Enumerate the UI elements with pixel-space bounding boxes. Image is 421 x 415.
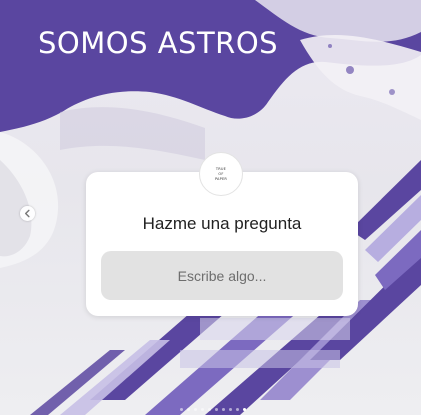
- progress-dot: [243, 408, 246, 411]
- chevron-left-icon: [24, 209, 30, 218]
- avatar: TRUE OF PAPER: [199, 152, 243, 196]
- progress-dot: [180, 408, 183, 411]
- avatar-text-line-3: PAPER: [214, 176, 228, 181]
- progress-dot: [194, 408, 197, 411]
- progress-dot: [215, 408, 218, 411]
- story-progress-indicator: [180, 408, 246, 411]
- progress-dot: [201, 408, 204, 411]
- progress-dot: [229, 408, 232, 411]
- story-title: SOMOS ASTROS: [38, 26, 279, 60]
- previous-story-button[interactable]: [20, 206, 35, 221]
- story-frame: SOMOS ASTROS TRUE OF PAPER Hazme una pre…: [0, 0, 421, 415]
- progress-dot: [236, 408, 239, 411]
- progress-dot: [187, 408, 190, 411]
- progress-dot: [222, 408, 225, 411]
- question-prompt: Hazme una pregunta: [142, 214, 302, 233]
- progress-dot: [208, 408, 211, 411]
- answer-placeholder: Escribe algo...: [177, 267, 267, 284]
- answer-input[interactable]: Escribe algo...: [101, 251, 343, 300]
